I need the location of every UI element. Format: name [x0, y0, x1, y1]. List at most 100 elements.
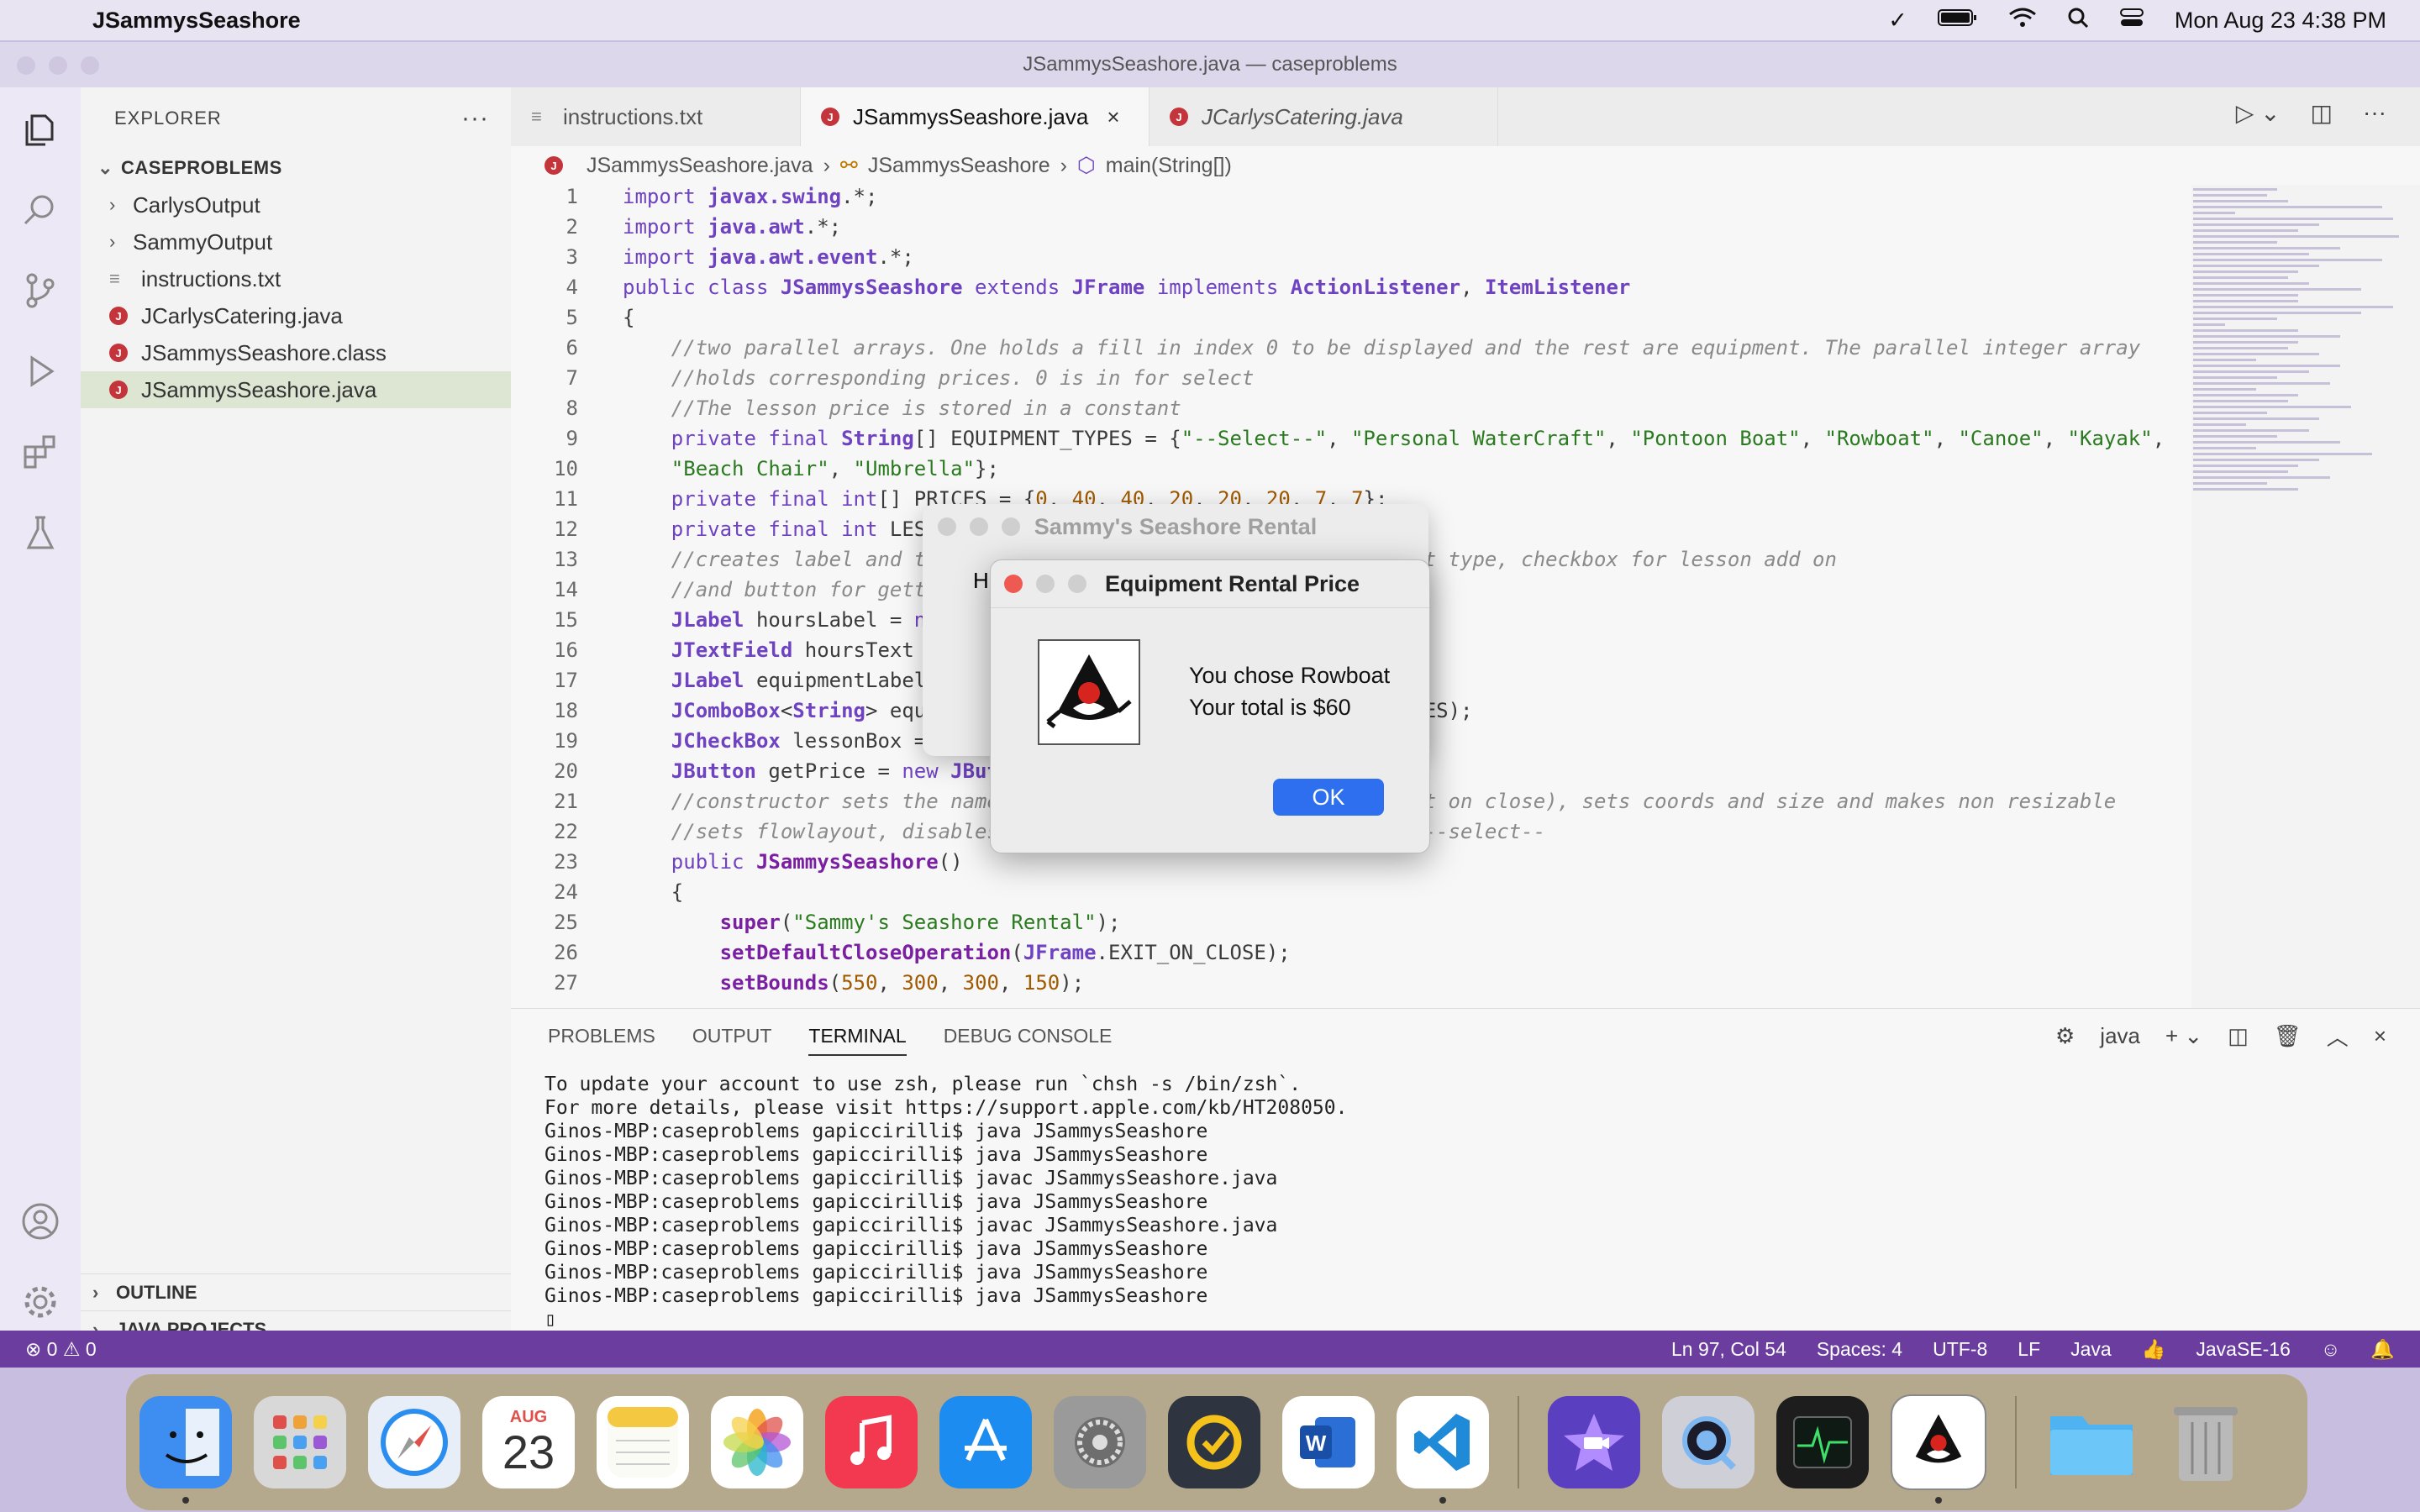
line-number: 14	[554, 578, 578, 601]
tree-item-file[interactable]: ≡ instructions.txt	[81, 260, 511, 297]
vpn-icon[interactable]: ✓	[1888, 8, 1907, 34]
dialog-line-total: Your total is $60	[1189, 695, 1351, 720]
tab-output[interactable]: OUTPUT	[692, 1025, 772, 1047]
tab-jsammysseashore[interactable]: J JSammysSeashore.java ×	[801, 87, 1150, 146]
minimap[interactable]	[2193, 185, 2403, 655]
tree-item-file[interactable]: J JCarlysCatering.java	[81, 297, 511, 334]
trash-icon[interactable]	[2160, 1396, 2252, 1488]
indentation[interactable]: Spaces: 4	[1817, 1338, 1902, 1361]
menu-app-name[interactable]: JSammysSeashore	[92, 8, 301, 34]
notes-icon[interactable]	[597, 1396, 689, 1488]
testing-flask-icon[interactable]	[15, 507, 66, 558]
app-store-icon[interactable]	[939, 1396, 1032, 1488]
close-tab-icon[interactable]: ×	[1107, 104, 1119, 130]
vscode-icon[interactable]	[1397, 1396, 1489, 1504]
kill-terminal-trash-icon[interactable]: 🗑	[2274, 1023, 2302, 1049]
wifi-icon[interactable]	[2008, 7, 2037, 34]
encoding[interactable]: UTF-8	[1933, 1338, 1987, 1361]
problems-count[interactable]: ⊗ 0 ⚠ 0	[0, 1338, 97, 1361]
quicktime-icon[interactable]	[1662, 1396, 1754, 1488]
tree-item-folder[interactable]: › CarlysOutput	[81, 186, 511, 223]
close-window-button[interactable]	[938, 517, 956, 536]
terminal-shell-label[interactable]: java	[2100, 1023, 2140, 1049]
end-of-line[interactable]: LF	[2018, 1338, 2040, 1361]
maximize-panel-chevron-up-icon[interactable]: ︿	[2327, 1021, 2349, 1052]
notifications-bell-icon[interactable]: 🔔	[2370, 1338, 2395, 1361]
zoom-window-button[interactable]	[1002, 517, 1020, 536]
ok-button[interactable]: OK	[1273, 779, 1384, 816]
tab-debug-console[interactable]: DEBUG CONSOLE	[944, 1025, 1113, 1047]
thumbs-up-icon[interactable]: 👍	[2142, 1338, 2166, 1361]
breadcrumb-separator-icon: ›	[823, 153, 830, 177]
tab-jcarlyscatering[interactable]: J JCarlysCatering.java	[1150, 87, 1498, 146]
java-file-icon: J	[1170, 108, 1188, 126]
explorer-sidebar: EXPLORER ··· ⌄ CASEPROBLEMS › CarlysOutp…	[81, 87, 523, 1340]
line-number: 27	[554, 971, 578, 995]
feedback-icon[interactable]: ☺	[2321, 1338, 2340, 1361]
project-folder-header[interactable]: ⌄ CASEPROBLEMS	[81, 150, 511, 186]
zoom-window-button[interactable]	[81, 56, 99, 75]
java-file-icon: J	[544, 156, 563, 175]
accounts-icon[interactable]	[15, 1196, 66, 1247]
tree-item-label: CarlysOutput	[133, 192, 260, 218]
outline-section[interactable]: › OUTLINE	[81, 1273, 523, 1311]
line-number: 25	[554, 911, 578, 934]
cursor-position[interactable]: Ln 97, Col 54	[1671, 1338, 1786, 1361]
microsoft-word-icon[interactable]: W	[1282, 1396, 1375, 1488]
tree-item-folder[interactable]: › SammyOutput	[81, 223, 511, 260]
line-number: 11	[554, 487, 578, 511]
close-panel-icon[interactable]: ×	[2374, 1023, 2386, 1049]
imovie-star-icon[interactable]	[1548, 1396, 1640, 1488]
spotlight-search-icon[interactable]	[2067, 7, 2089, 34]
split-editor-icon[interactable]: ◫	[2311, 99, 2333, 127]
run-debug-icon[interactable]	[15, 346, 66, 396]
breadcrumb-class[interactable]: JSammysSeashore	[868, 154, 1050, 178]
java-duke-app-icon[interactable]	[1891, 1394, 1986, 1504]
finder-icon[interactable]	[139, 1396, 232, 1504]
calendar-icon[interactable]: AUG 23	[482, 1396, 575, 1488]
terminal-output[interactable]: To update your account to use zsh, pleas…	[544, 1073, 1347, 1331]
close-window-button[interactable]	[17, 56, 35, 75]
code-line: //The lesson price is stored in a consta…	[671, 396, 1181, 420]
window-traffic-lights	[17, 56, 99, 75]
minimize-window-button[interactable]	[49, 56, 67, 75]
minimize-window-button[interactable]	[970, 517, 988, 536]
line-number: 15	[554, 608, 578, 632]
tab-terminal[interactable]: TERMINAL	[808, 1025, 907, 1056]
tree-item-file[interactable]: J JSammysSeashore.class	[81, 334, 511, 371]
language-mode[interactable]: Java	[2070, 1338, 2112, 1361]
split-terminal-icon[interactable]: ◫	[2228, 1023, 2249, 1049]
close-dialog-button[interactable]	[1004, 575, 1023, 593]
tab-problems[interactable]: PROBLEMS	[548, 1025, 655, 1047]
tab-instructions[interactable]: ≡ instructions.txt	[511, 87, 801, 146]
launchpad-icon[interactable]	[254, 1396, 346, 1488]
norton-vpn-icon[interactable]	[1168, 1396, 1260, 1488]
battery-icon[interactable]	[1937, 8, 1978, 34]
extensions-icon[interactable]	[15, 427, 66, 477]
more-actions-icon[interactable]: ···	[2363, 99, 2386, 127]
more-actions-icon[interactable]: ···	[461, 104, 489, 133]
code-line: //holds corresponding prices. 0 is in fo…	[671, 366, 1255, 390]
source-control-icon[interactable]	[15, 265, 66, 316]
downloads-folder-icon[interactable]	[2045, 1396, 2138, 1488]
status-bar: ⊗ 0 ⚠ 0 Ln 97, Col 54 Spaces: 4 UTF-8 LF…	[0, 1331, 2420, 1368]
breadcrumb-file[interactable]: JSammysSeashore.java	[587, 154, 813, 178]
search-icon[interactable]	[15, 185, 66, 235]
photos-icon[interactable]	[711, 1396, 803, 1488]
settings-gear-icon[interactable]	[15, 1277, 66, 1327]
control-center-icon[interactable]	[2119, 7, 2144, 34]
new-terminal-icon[interactable]: + ⌄	[2165, 1023, 2202, 1049]
tree-item-label: SammyOutput	[133, 228, 273, 255]
run-icon[interactable]: ▷ ⌄	[2236, 99, 2281, 127]
breadcrumb-method[interactable]: main(String[])	[1106, 154, 1232, 178]
safari-icon[interactable]	[368, 1396, 460, 1488]
zoom-dialog-button	[1068, 575, 1086, 593]
line-number: 19	[554, 729, 578, 753]
menu-clock[interactable]: Mon Aug 23 4:38 PM	[2175, 8, 2386, 34]
java-runtime[interactable]: JavaSE-16	[2196, 1338, 2291, 1361]
music-icon[interactable]	[825, 1396, 918, 1488]
tree-item-file-selected[interactable]: J JSammysSeashore.java	[81, 371, 511, 408]
explorer-icon[interactable]	[15, 104, 66, 155]
system-preferences-gear-icon[interactable]	[1054, 1396, 1146, 1488]
activity-monitor-icon[interactable]	[1776, 1396, 1869, 1488]
